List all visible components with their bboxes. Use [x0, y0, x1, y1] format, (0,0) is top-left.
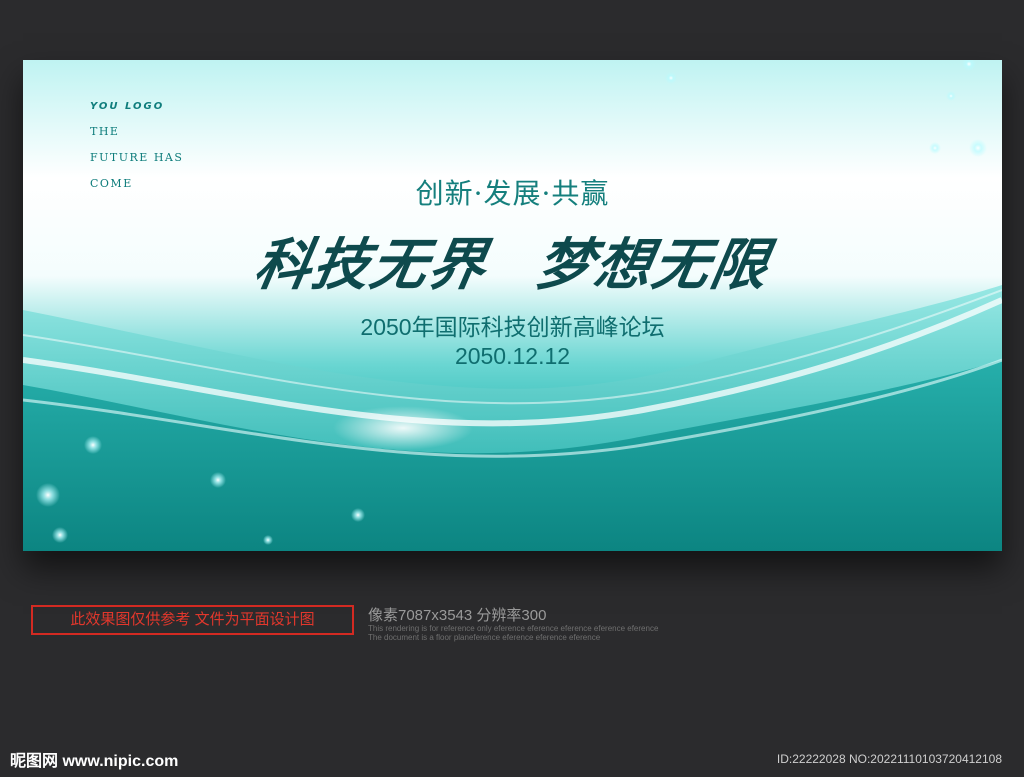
fine-print-1: This rendering is for reference only efe… — [368, 624, 659, 633]
tagline-line-2: FUTURE HAS — [90, 151, 184, 164]
poster-banner: YOU LOGO THE FUTURE HAS COME 创新·发展·共赢 科技… — [23, 60, 1002, 551]
resolution-spec: 像素7087x3543 分辨率300 — [368, 607, 547, 624]
forum-title: 2050年国际科技创新高峰论坛 — [360, 314, 665, 340]
event-date: 2050.12.12 — [454, 343, 571, 369]
image-id: ID:22222028 NO:20221110103720412108 — [776, 752, 1002, 766]
fine-print-2: The document is a floor planeference efe… — [368, 633, 601, 642]
watermark-url: www.nipic.com — [62, 753, 179, 770]
headline: 科技无界 梦想无限 — [23, 220, 1002, 301]
logo-text: YOU LOGO — [90, 101, 165, 112]
tagline-line-1: THE — [90, 125, 120, 138]
site-watermark: 昵图网 www.nipic.com — [10, 747, 178, 771]
headline-right: 梦想无限 — [530, 233, 775, 298]
reference-notice: 此效果图仅供参考 文件为平面设计图 — [31, 605, 354, 635]
headline-left: 科技无界 — [248, 233, 493, 298]
watermark-brand: 昵图网 — [10, 751, 59, 770]
slogan: 创新·发展·共赢 — [415, 177, 610, 210]
